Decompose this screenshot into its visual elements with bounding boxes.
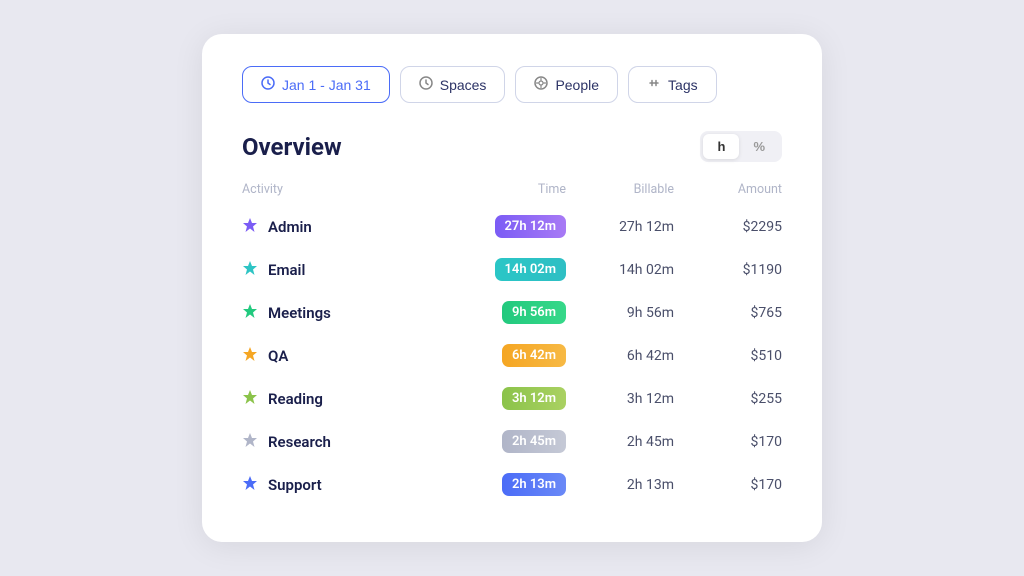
activity-cell-research: Research (242, 432, 458, 452)
amount-cell-qa: $510 (674, 348, 782, 364)
table-row: Admin27h 12m27h 12m$2295 (242, 205, 782, 248)
filter-date-label: Jan 1 - Jan 31 (282, 77, 371, 93)
billable-cell-reading: 3h 12m (566, 391, 674, 407)
billable-cell-admin: 27h 12m (566, 219, 674, 235)
time-cell-meetings: 9h 56m (458, 301, 566, 324)
amount-cell-email: $1190 (674, 262, 782, 278)
activity-name-email: Email (268, 261, 305, 279)
time-badge-email: 14h 02m (495, 258, 567, 281)
toggle-hours-button[interactable]: h (703, 134, 739, 159)
col-time: Time (458, 182, 566, 197)
star-icon (242, 303, 258, 323)
toggle-group: h % (700, 131, 782, 162)
time-cell-admin: 27h 12m (458, 215, 566, 238)
toggle-percent-button[interactable]: % (739, 134, 779, 159)
star-icon (242, 475, 258, 495)
star-icon (242, 389, 258, 409)
filter-date-icon (261, 76, 275, 93)
star-icon (242, 260, 258, 280)
filter-tags-label: Tags (668, 77, 698, 93)
time-cell-reading: 3h 12m (458, 387, 566, 410)
billable-cell-email: 14h 02m (566, 262, 674, 278)
filter-spaces-icon (419, 76, 433, 93)
activity-cell-admin: Admin (242, 217, 458, 237)
star-icon (242, 217, 258, 237)
amount-cell-admin: $2295 (674, 219, 782, 235)
time-cell-email: 14h 02m (458, 258, 566, 281)
time-cell-research: 2h 45m (458, 430, 566, 453)
billable-cell-support: 2h 13m (566, 477, 674, 493)
billable-cell-meetings: 9h 56m (566, 305, 674, 321)
activity-cell-meetings: Meetings (242, 303, 458, 323)
overview-header: Overview h % (242, 131, 782, 162)
star-icon (242, 346, 258, 366)
activity-cell-reading: Reading (242, 389, 458, 409)
activity-name-admin: Admin (268, 218, 312, 236)
filter-tags-icon (647, 76, 661, 93)
filter-tags-button[interactable]: Tags (628, 66, 717, 103)
time-cell-support: 2h 13m (458, 473, 566, 496)
star-icon (242, 432, 258, 452)
filter-bar: Jan 1 - Jan 31 Spaces People Tags (242, 66, 782, 103)
table-row: QA6h 42m6h 42m$510 (242, 334, 782, 377)
table-row: Reading3h 12m3h 12m$255 (242, 377, 782, 420)
filter-people-icon (534, 76, 548, 93)
activity-cell-qa: QA (242, 346, 458, 366)
time-badge-support: 2h 13m (502, 473, 566, 496)
overview-title: Overview (242, 133, 342, 161)
time-badge-reading: 3h 12m (502, 387, 566, 410)
table-row: Email14h 02m14h 02m$1190 (242, 248, 782, 291)
billable-cell-qa: 6h 42m (566, 348, 674, 364)
activity-cell-support: Support (242, 475, 458, 495)
amount-cell-support: $170 (674, 477, 782, 493)
time-cell-qa: 6h 42m (458, 344, 566, 367)
col-activity: Activity (242, 182, 458, 197)
table-row: Research2h 45m2h 45m$170 (242, 420, 782, 463)
amount-cell-research: $170 (674, 434, 782, 450)
activity-name-research: Research (268, 433, 331, 451)
table-row: Support2h 13m2h 13m$170 (242, 463, 782, 506)
time-badge-qa: 6h 42m (502, 344, 566, 367)
filter-date-button[interactable]: Jan 1 - Jan 31 (242, 66, 390, 103)
billable-cell-research: 2h 45m (566, 434, 674, 450)
activity-name-qa: QA (268, 347, 288, 365)
col-amount: Amount (674, 182, 782, 197)
filter-people-label: People (555, 77, 599, 93)
main-card: Jan 1 - Jan 31 Spaces People Tags Overview … (202, 34, 822, 542)
amount-cell-meetings: $765 (674, 305, 782, 321)
table-header: Activity Time Billable Amount (242, 182, 782, 205)
activity-name-reading: Reading (268, 390, 323, 408)
filter-spaces-button[interactable]: Spaces (400, 66, 506, 103)
activity-cell-email: Email (242, 260, 458, 280)
time-badge-research: 2h 45m (502, 430, 566, 453)
table-body: Admin27h 12m27h 12m$2295Email14h 02m14h … (242, 205, 782, 506)
col-billable: Billable (566, 182, 674, 197)
activity-name-support: Support (268, 476, 322, 494)
activity-name-meetings: Meetings (268, 304, 331, 322)
filter-people-button[interactable]: People (515, 66, 618, 103)
table-row: Meetings9h 56m9h 56m$765 (242, 291, 782, 334)
amount-cell-reading: $255 (674, 391, 782, 407)
filter-spaces-label: Spaces (440, 77, 487, 93)
time-badge-meetings: 9h 56m (502, 301, 566, 324)
time-badge-admin: 27h 12m (495, 215, 567, 238)
